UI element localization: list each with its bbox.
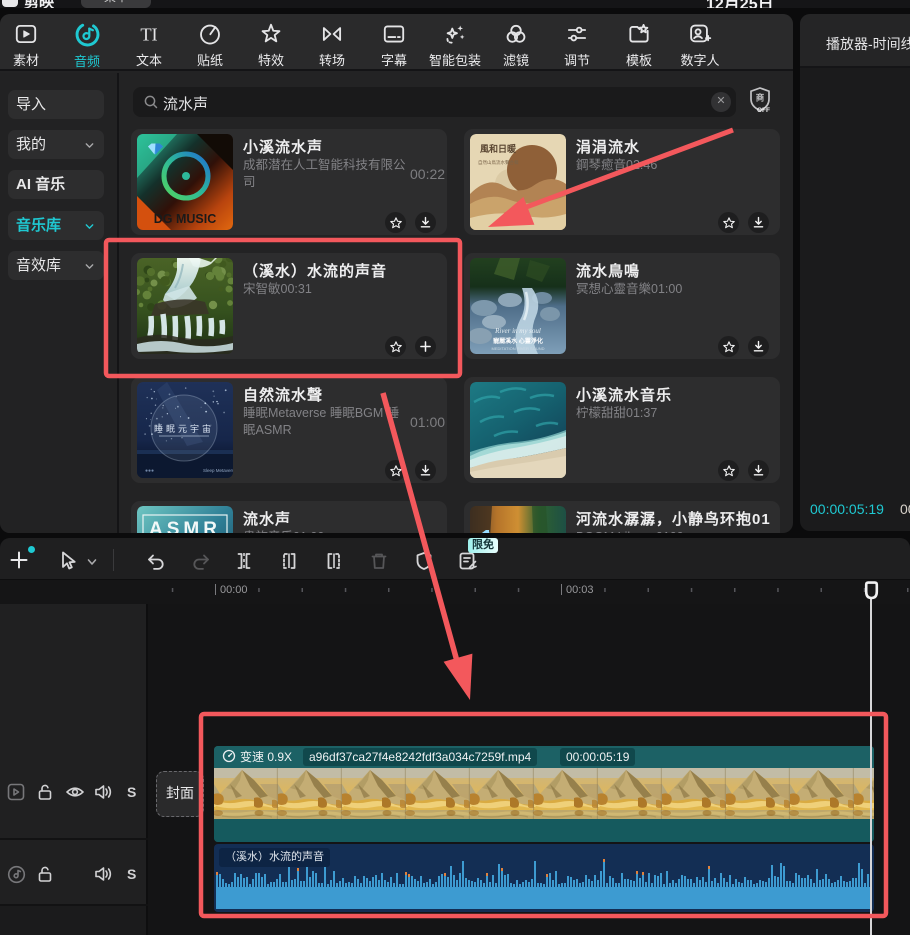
svg-text:●●●: ●●● — [145, 468, 154, 474]
svg-text:Sleep Metaverse: Sleep Metaverse — [203, 468, 233, 473]
svg-text:DG MUSIC: DG MUSIC — [154, 212, 217, 226]
svg-text:ASMR: ASMR — [149, 519, 221, 533]
svg-text:MEDITATION RIVER SOUND: MEDITATION RIVER SOUND — [492, 346, 545, 351]
svg-text:自然山鳥流水聲合輯: 自然山鳥流水聲合輯 — [478, 159, 519, 166]
svg-text:寵麗溪水 心靈淨化: 寵麗溪水 心靈淨化 — [493, 337, 543, 345]
svg-text:River in my soul: River in my soul — [494, 327, 541, 335]
svg-text:睡眠元宇宙: 睡眠元宇宙 — [154, 423, 214, 434]
svg-text:商: 商 — [756, 93, 765, 103]
svg-text:TI: TI — [140, 25, 157, 45]
svg-text:風和日暖: 風和日暖 — [480, 143, 517, 154]
svg-text:OFF: OFF — [757, 107, 770, 114]
